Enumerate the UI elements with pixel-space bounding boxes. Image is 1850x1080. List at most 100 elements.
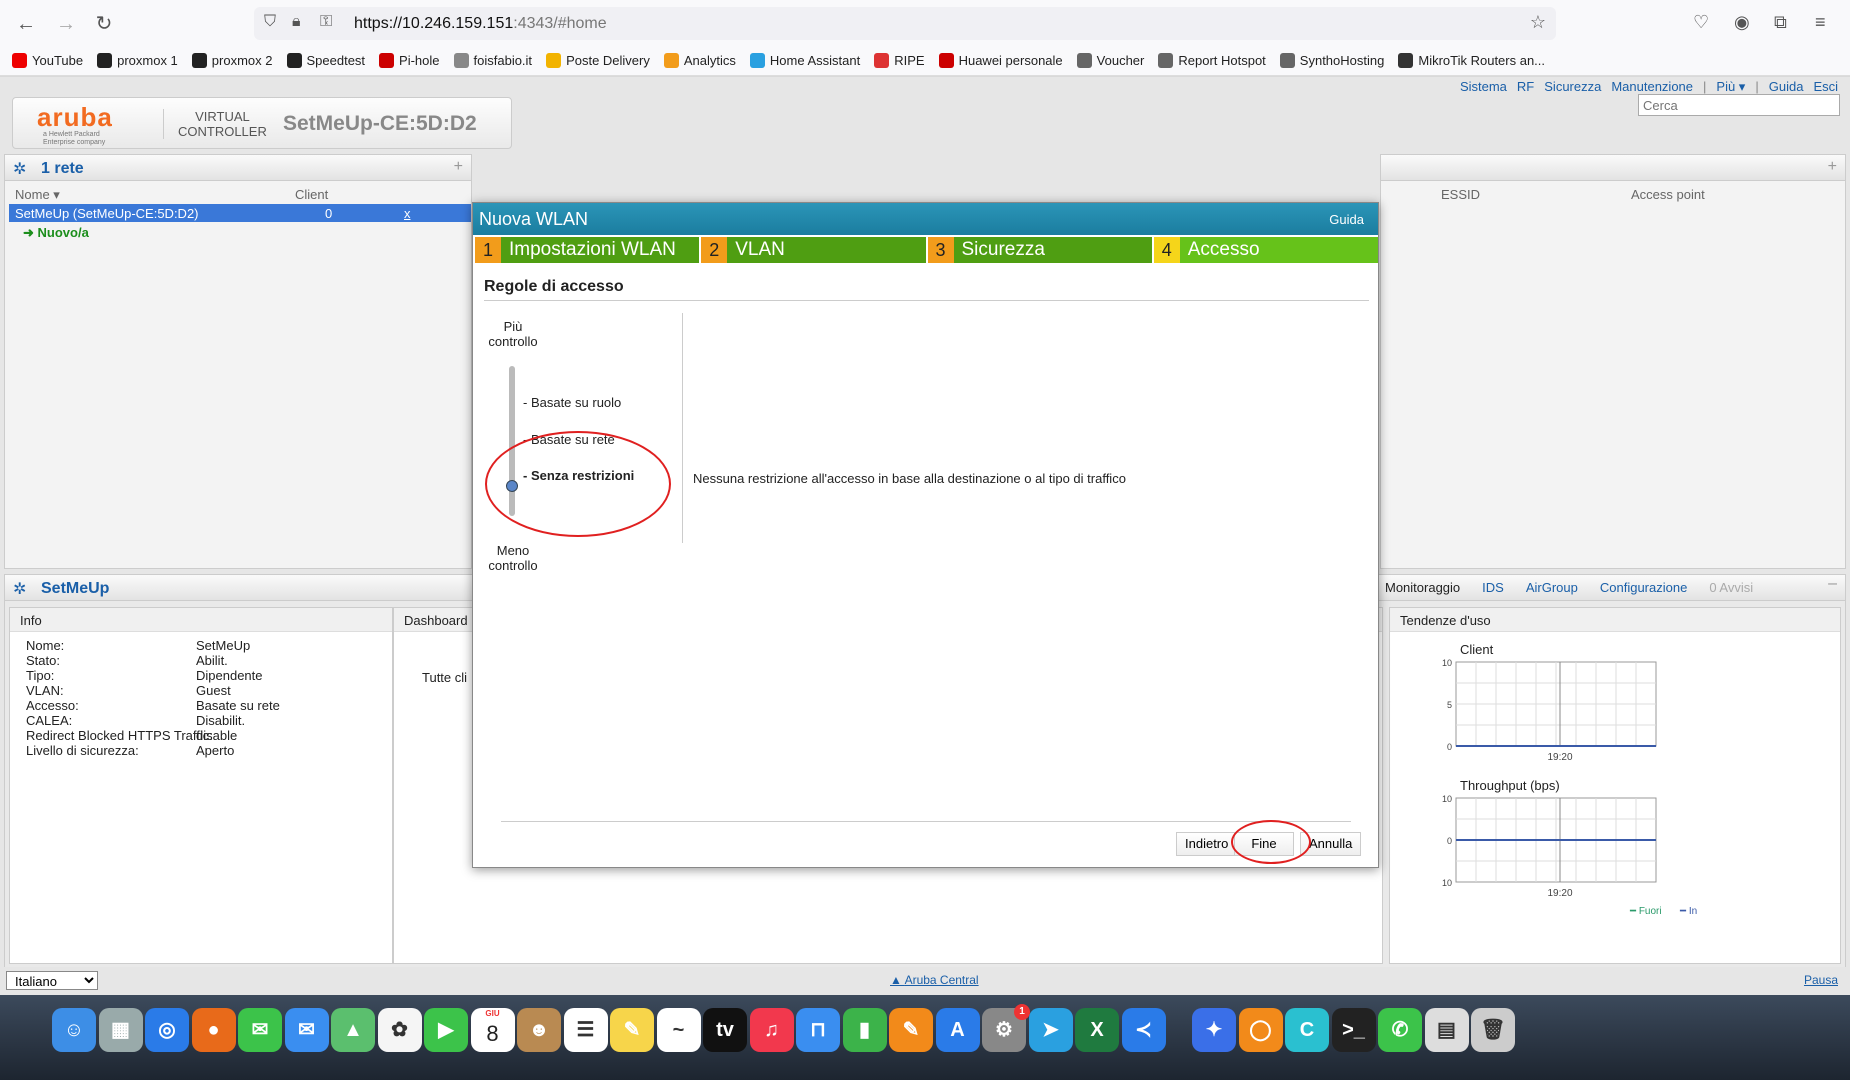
bookmark-item[interactable]: SynthoHosting bbox=[1279, 53, 1384, 68]
bookmark-item[interactable]: proxmox 2 bbox=[191, 53, 273, 68]
reload-icon[interactable]: ↻ bbox=[90, 10, 118, 38]
wizard-step[interactable]: 2 VLAN bbox=[701, 237, 926, 263]
chart-x-tick: 19:20 bbox=[1547, 752, 1572, 763]
vscode-icon[interactable]: ≺ bbox=[1121, 1008, 1166, 1052]
delete-network-link[interactable]: x bbox=[404, 206, 411, 221]
bookmark-label: foisfabio.it bbox=[473, 53, 533, 68]
bookmark-item[interactable]: Home Assistant bbox=[749, 53, 861, 68]
bookmark-item[interactable]: YouTube bbox=[12, 53, 83, 68]
canva-icon[interactable]: C bbox=[1285, 1008, 1329, 1052]
ap-panel-header: + bbox=[1381, 155, 1845, 181]
aruba-central-link[interactable]: ▲ Aruba Central bbox=[890, 973, 979, 987]
excel-icon[interactable]: X bbox=[1075, 1008, 1119, 1052]
url-bar[interactable]: ⛉ 🔒︎ ⚿ https://10.246.159.151:4343/#home… bbox=[254, 7, 1556, 40]
music-icon[interactable]: ♫ bbox=[749, 1008, 794, 1052]
column-access-point[interactable]: Access point bbox=[1631, 187, 1705, 202]
bookmark-item[interactable]: Huawei personale bbox=[938, 53, 1063, 68]
forward-arrow-icon[interactable]: → bbox=[52, 10, 80, 38]
bookmark-item[interactable]: proxmox 1 bbox=[97, 53, 178, 68]
calendar-icon[interactable]: GIU 8 bbox=[470, 1008, 515, 1052]
appletv-icon[interactable]: tv bbox=[703, 1008, 747, 1052]
whatsapp-icon[interactable]: ✆ bbox=[1378, 1008, 1422, 1052]
freeform-icon[interactable]: ~ bbox=[656, 1008, 701, 1052]
search-input[interactable] bbox=[1638, 94, 1840, 116]
column-essid[interactable]: ESSID bbox=[1441, 187, 1480, 202]
firefox-icon[interactable]: ● bbox=[191, 1008, 236, 1052]
vpn-icon[interactable]: ◯ bbox=[1238, 1008, 1283, 1052]
account-icon[interactable]: ◉ bbox=[1734, 12, 1750, 33]
wizard-step[interactable]: 3 Sicurezza bbox=[927, 237, 1152, 263]
option-role-based[interactable]: - Basate su ruolo bbox=[523, 395, 621, 410]
monitor-tab[interactable]: IDS bbox=[1482, 580, 1504, 595]
shortcuts-icon[interactable]: ✦ bbox=[1192, 1008, 1236, 1052]
help-link[interactable]: Guida bbox=[1329, 212, 1364, 227]
monitor-tab[interactable]: AirGroup bbox=[1526, 580, 1578, 595]
reminders-icon[interactable]: ☰ bbox=[563, 1008, 608, 1052]
nav-item[interactable]: Sistema bbox=[1460, 79, 1507, 95]
bookmark-label: Home Assistant bbox=[769, 53, 861, 68]
pocket-icon[interactable]: ♡ bbox=[1693, 12, 1709, 33]
wizard-step[interactable]: 1 Impostazioni WLAN bbox=[475, 237, 700, 263]
appstore-icon[interactable]: A bbox=[935, 1008, 980, 1052]
bookmark-item[interactable]: MikroTik Routers an... bbox=[1398, 53, 1545, 68]
bookmark-favicon-icon bbox=[286, 53, 302, 68]
bookmark-item[interactable]: Analytics bbox=[663, 53, 736, 68]
step-number: 3 bbox=[927, 237, 954, 263]
facetime-icon[interactable]: ▶ bbox=[424, 1008, 468, 1052]
notes-icon[interactable]: ✎ bbox=[610, 1008, 654, 1052]
messages-icon[interactable]: ✉ bbox=[238, 1008, 282, 1052]
bookmark-item[interactable]: RIPE bbox=[874, 53, 925, 68]
back-button[interactable]: Indietro bbox=[1176, 832, 1238, 856]
menu-icon[interactable]: ≡ bbox=[1815, 12, 1826, 33]
bookmark-star-icon[interactable]: ☆ bbox=[1530, 12, 1546, 33]
bookmark-item[interactable]: Voucher bbox=[1076, 53, 1144, 68]
add-network-icon[interactable]: + bbox=[454, 158, 463, 176]
client-chart: 10 5 0 19:20 bbox=[1430, 658, 1670, 768]
system-settings-icon[interactable]: ⚙ 1 bbox=[982, 1004, 1030, 1052]
bookmark-item[interactable]: Report Hotspot bbox=[1158, 53, 1266, 68]
pages-icon[interactable]: ✎ bbox=[889, 1008, 933, 1052]
chart-x-tick: 19:20 bbox=[1547, 888, 1572, 899]
trash-icon[interactable]: 🗑︎ bbox=[1471, 1008, 1515, 1052]
language-select[interactable]: Italiano bbox=[6, 971, 98, 990]
new-network-link[interactable]: ➜ Nuovo/a bbox=[23, 225, 89, 241]
mail-icon[interactable]: ✉ bbox=[284, 1008, 329, 1052]
nav-item[interactable]: Esci bbox=[1813, 79, 1838, 95]
nav-item[interactable]: Manutenzione bbox=[1611, 79, 1693, 95]
add-ap-icon[interactable]: + bbox=[1828, 158, 1837, 176]
preview-icon[interactable]: ▤ bbox=[1424, 1008, 1469, 1052]
keynote-icon[interactable]: ⊓ bbox=[796, 1008, 840, 1052]
nav-item[interactable]: Più ▾ bbox=[1716, 79, 1745, 95]
monitor-tab[interactable]: Monitoraggio bbox=[1385, 580, 1460, 595]
info-key: Accesso: bbox=[26, 698, 79, 713]
monitor-tab[interactable]: Configurazione bbox=[1600, 580, 1687, 595]
wizard-step[interactable]: 4 Accesso bbox=[1153, 237, 1378, 263]
aruba-logo: aruba bbox=[37, 102, 113, 132]
nav-item[interactable]: Sicurezza bbox=[1544, 79, 1601, 95]
finder-icon[interactable]: ☺ bbox=[52, 1008, 96, 1052]
bookmark-item[interactable]: Speedtest bbox=[286, 53, 365, 68]
photos-icon[interactable]: ✿ bbox=[377, 1008, 422, 1052]
nav-item[interactable]: Guida bbox=[1769, 79, 1804, 95]
extensions-icon[interactable]: ⧉ bbox=[1774, 12, 1787, 33]
nav-item[interactable]: RF bbox=[1517, 79, 1534, 95]
back-arrow-icon[interactable]: ← bbox=[12, 10, 40, 38]
safari-icon[interactable]: ◎ bbox=[145, 1008, 189, 1052]
bookmark-item[interactable]: Pi-hole bbox=[379, 53, 440, 68]
info-key: Stato: bbox=[26, 653, 60, 668]
legend-out: ━ Fuori bbox=[1630, 906, 1662, 917]
column-client[interactable]: Client bbox=[295, 187, 328, 202]
terminal-icon[interactable]: >_ bbox=[1331, 1008, 1376, 1052]
telegram-icon[interactable]: ➤ bbox=[1028, 1008, 1073, 1052]
monitor-tab[interactable]: 0 Avvisi bbox=[1709, 580, 1753, 595]
pause-link[interactable]: Pausa bbox=[1804, 973, 1838, 987]
column-name[interactable]: Nome ▾ bbox=[15, 187, 60, 203]
bookmark-item[interactable]: Poste Delivery bbox=[546, 53, 650, 68]
bookmark-item[interactable]: foisfabio.it bbox=[453, 53, 533, 68]
numbers-icon[interactable]: ▮ bbox=[842, 1008, 887, 1052]
launchpad-icon[interactable]: ▦ bbox=[98, 1008, 143, 1052]
collapse-icon[interactable]: – bbox=[1828, 575, 1837, 593]
network-row[interactable]: SetMeUp (SetMeUp-CE:5D:D2) 0 x bbox=[9, 204, 471, 222]
contacts-icon[interactable]: ☻ bbox=[517, 1008, 561, 1052]
maps-icon[interactable]: ▲ bbox=[331, 1008, 375, 1052]
